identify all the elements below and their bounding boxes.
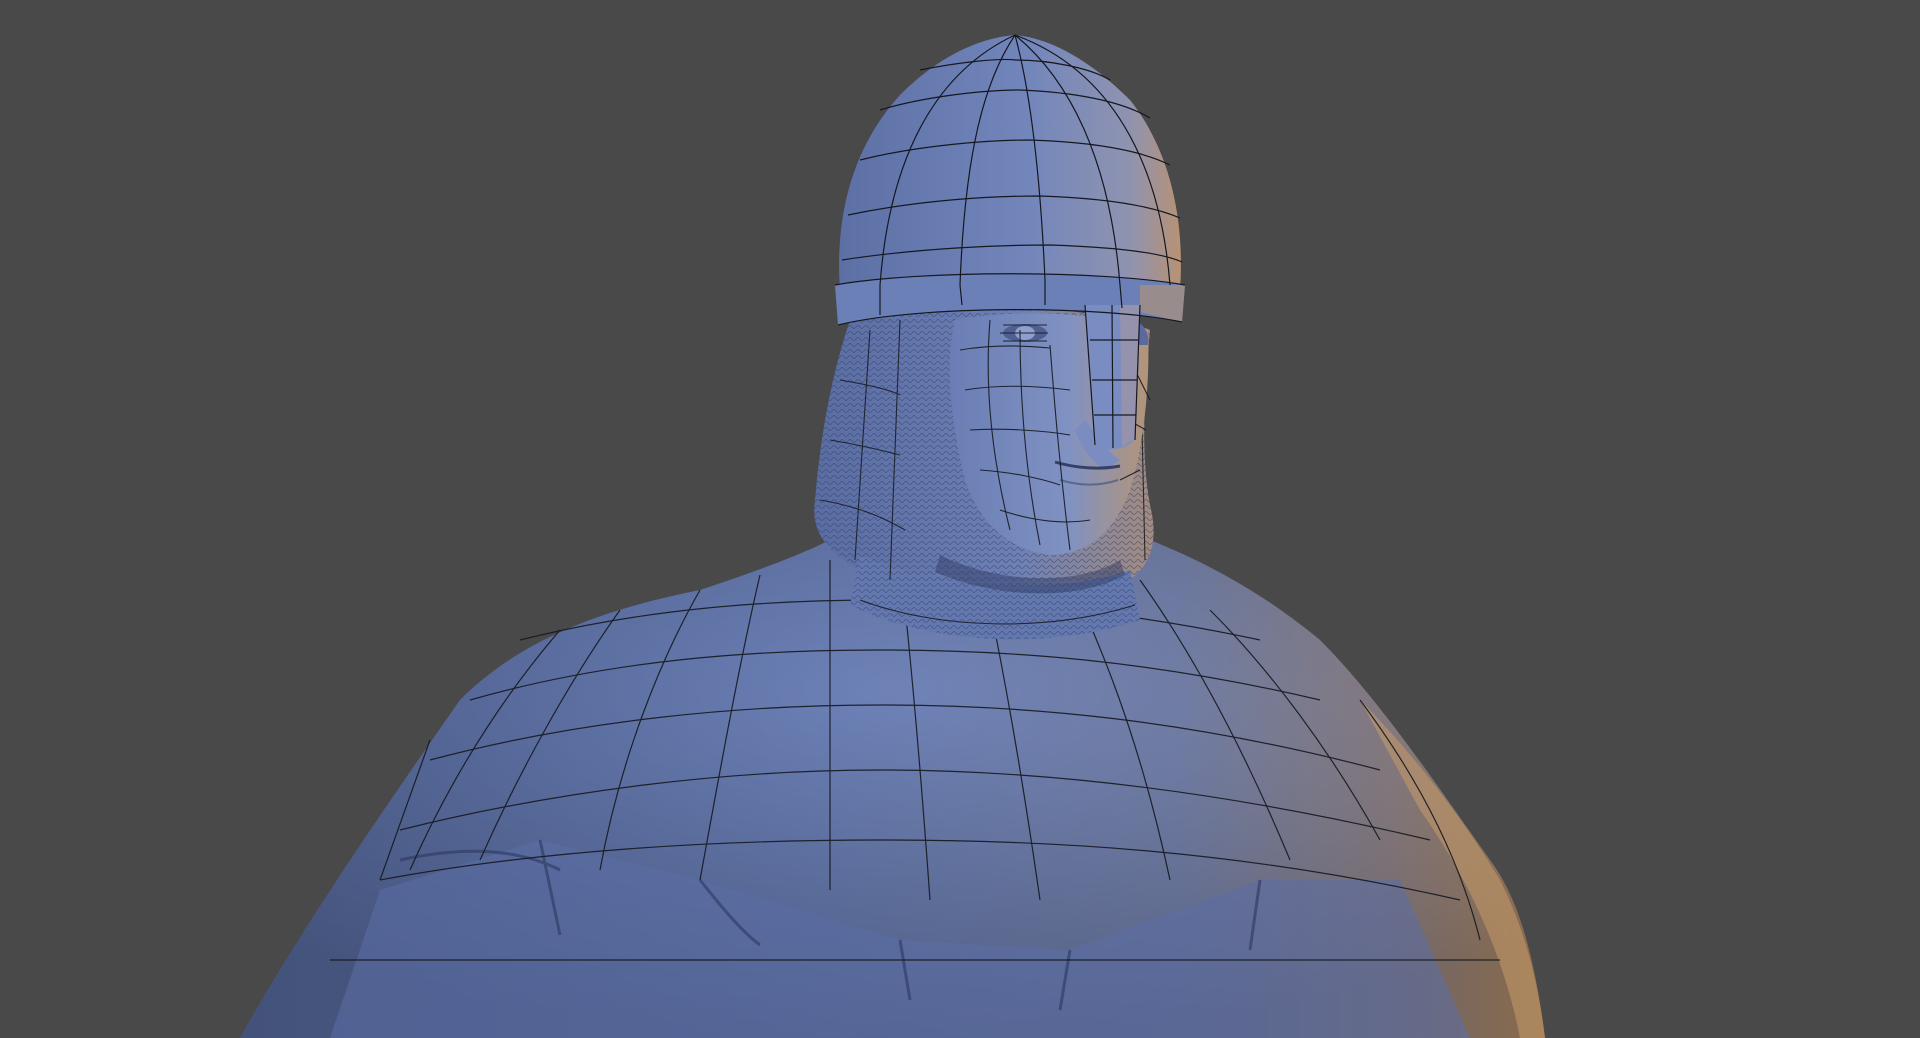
- 3d-viewport[interactable]: [0, 0, 1920, 1038]
- knight-model-render: [0, 0, 1920, 1038]
